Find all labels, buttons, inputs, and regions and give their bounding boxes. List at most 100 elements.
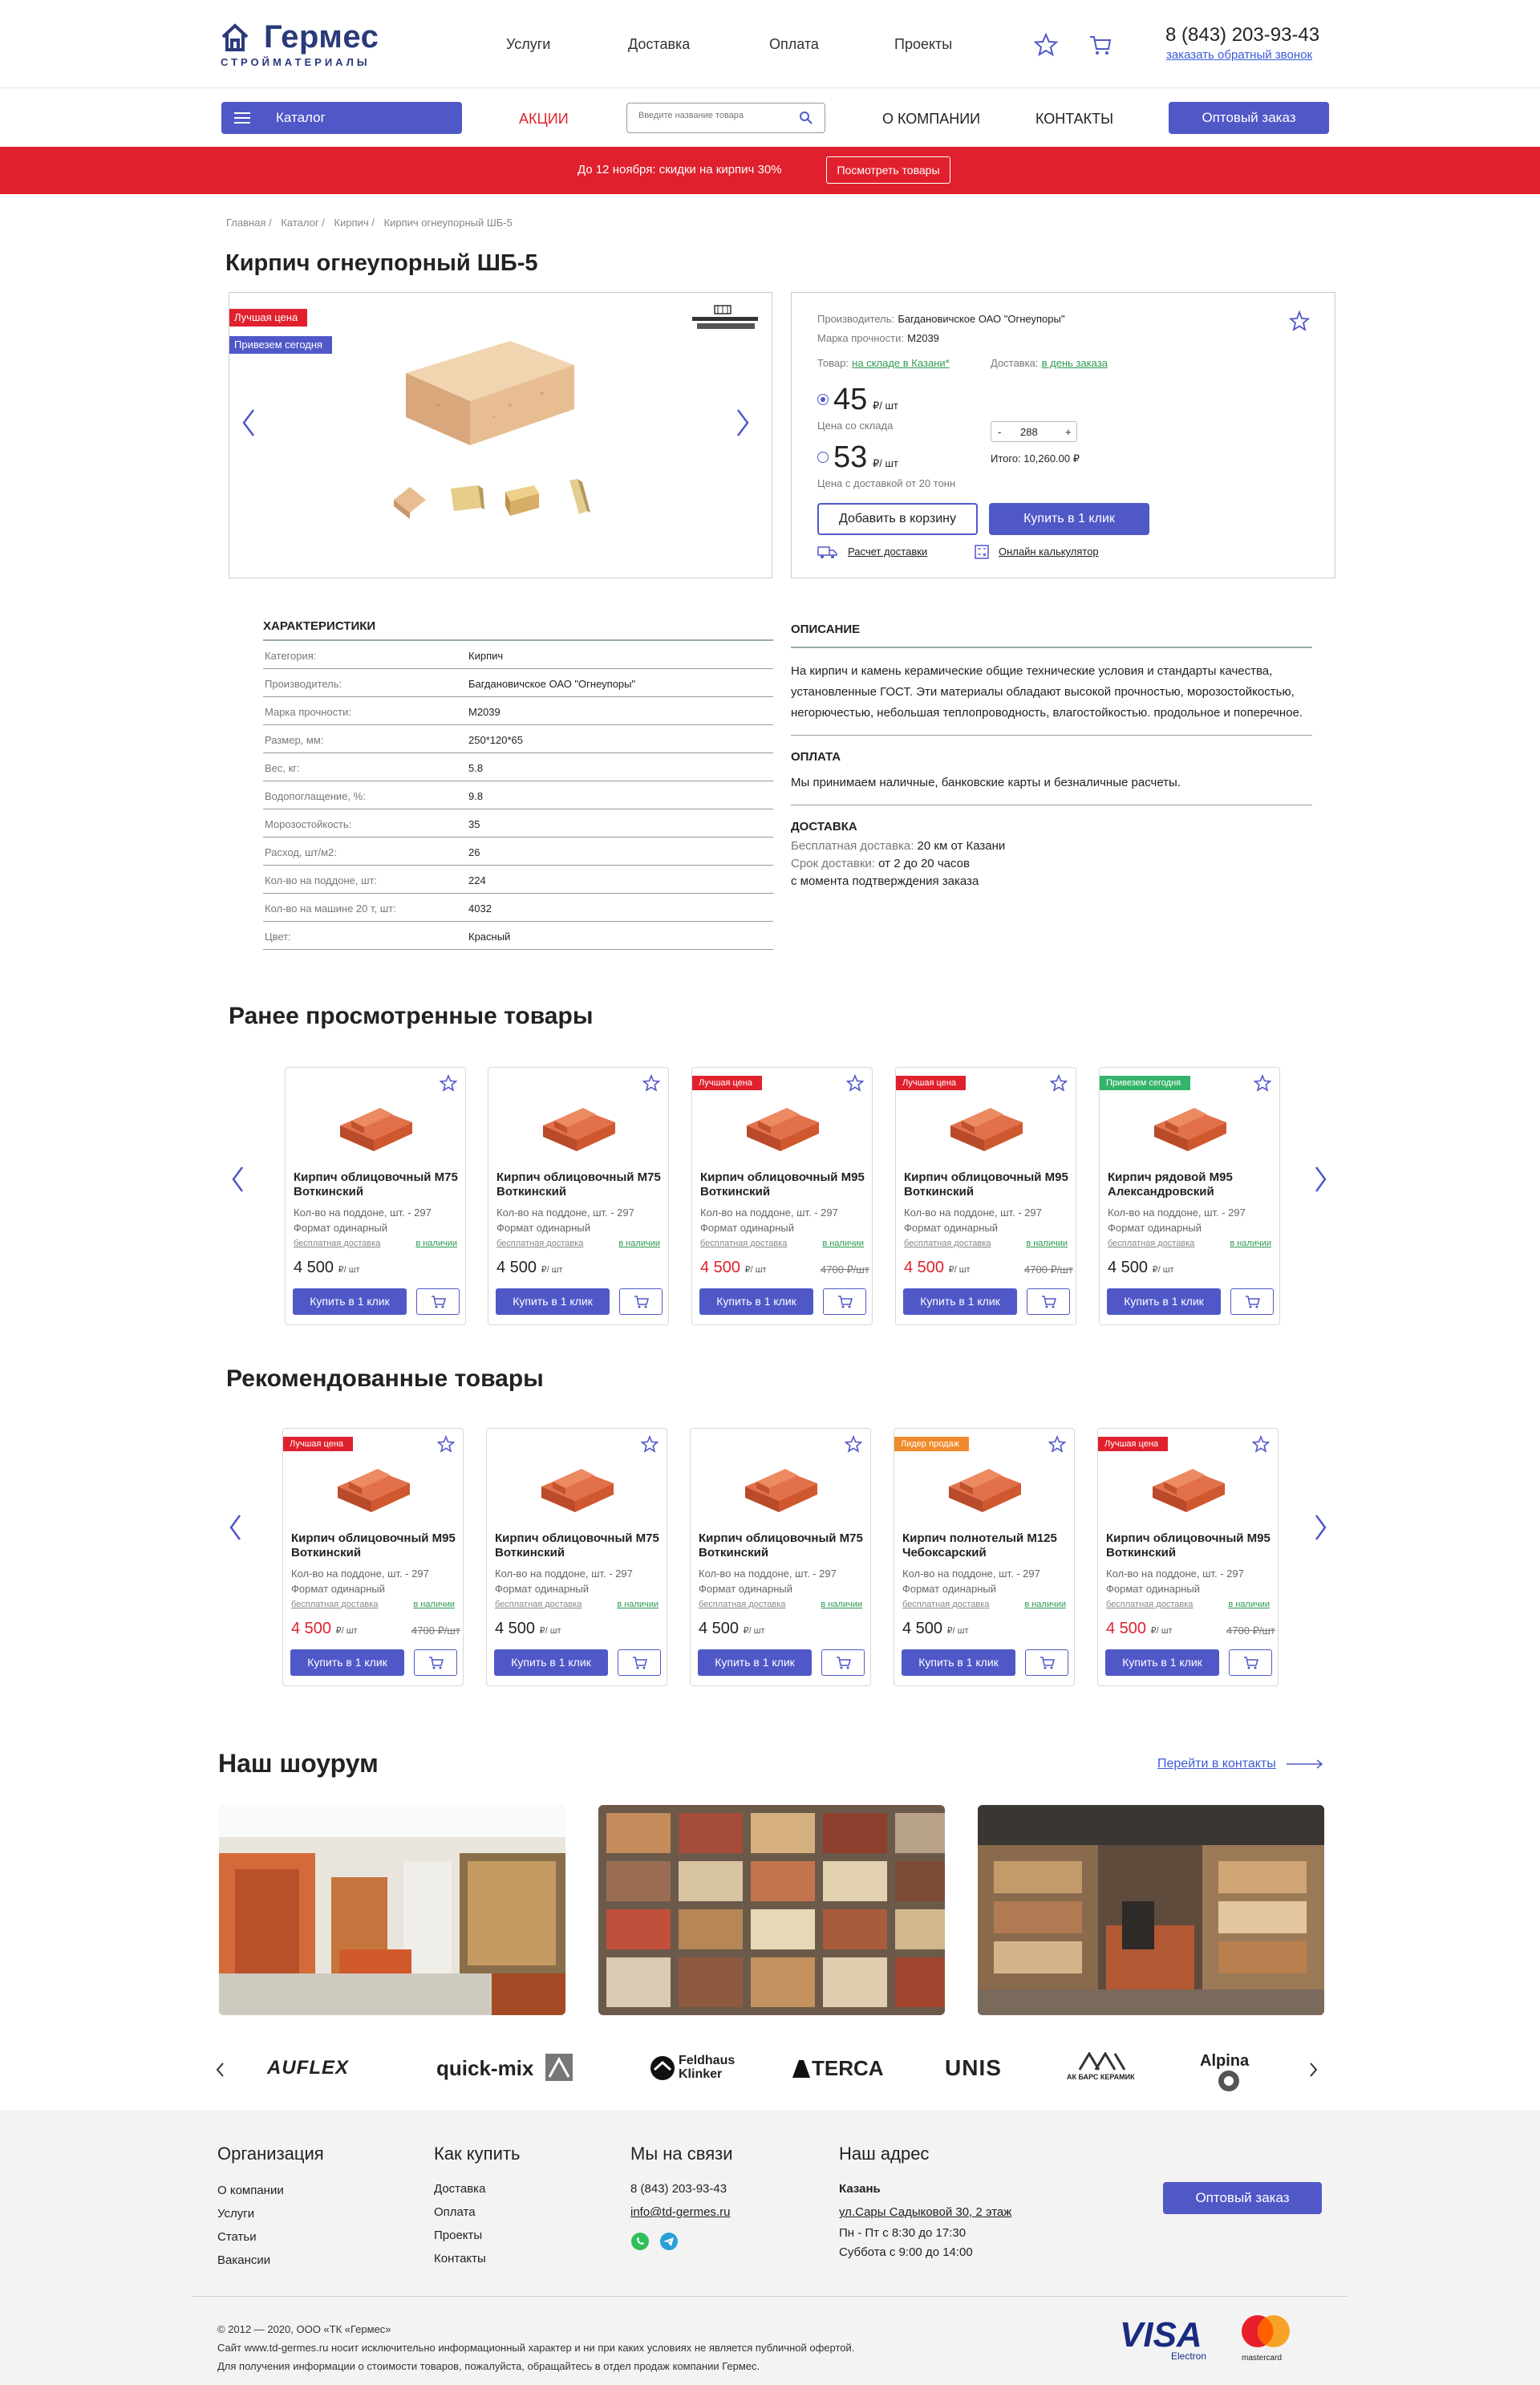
card-favorite-star-icon[interactable] <box>1254 1074 1271 1092</box>
card-free-delivery[interactable]: бесплатная доставка <box>1106 1600 1193 1609</box>
card-add-to-cart-button[interactable] <box>414 1649 457 1676</box>
promo-button[interactable]: Посмотреть товары <box>826 156 950 184</box>
card-favorite-star-icon[interactable] <box>642 1074 660 1092</box>
card-favorite-star-icon[interactable] <box>440 1074 457 1092</box>
card-free-delivery[interactable]: бесплатная доставка <box>904 1239 991 1248</box>
card-buy-one-click-button[interactable]: Купить в 1 клик <box>293 1288 407 1315</box>
brand-logo-auflex[interactable]: AUFLEX <box>267 2052 375 2084</box>
card-add-to-cart-button[interactable] <box>1027 1288 1070 1315</box>
product-thumbnail[interactable] <box>502 476 542 521</box>
card-title[interactable]: Кирпич облицовочный М75 Воткинский <box>495 1531 663 1560</box>
nav-akcii[interactable]: АКЦИИ <box>519 111 569 128</box>
footer-link-about[interactable]: О компании <box>217 2179 284 2202</box>
delivery-link[interactable]: в день заказа <box>1042 357 1108 369</box>
card-favorite-star-icon[interactable] <box>846 1074 864 1092</box>
footer-link-vacancies[interactable]: Вакансии <box>217 2249 284 2272</box>
card-favorite-star-icon[interactable] <box>437 1435 455 1453</box>
card-buy-one-click-button[interactable]: Купить в 1 клик <box>699 1288 813 1315</box>
wholesale-button[interactable]: Оптовый заказ <box>1169 102 1329 134</box>
footer-link-payment[interactable]: Оплата <box>434 2200 486 2224</box>
card-add-to-cart-button[interactable] <box>823 1288 866 1315</box>
qty-minus-button[interactable]: - <box>998 426 1001 438</box>
card-add-to-cart-button[interactable] <box>1229 1649 1272 1676</box>
card-in-stock[interactable]: в наличии <box>413 1600 455 1609</box>
nav-services[interactable]: Услуги <box>506 36 550 53</box>
footer-link-articles[interactable]: Статьи <box>217 2225 284 2249</box>
footer-wholesale-button[interactable]: Оптовый заказ <box>1163 2182 1322 2214</box>
card-free-delivery[interactable]: бесплатная доставка <box>699 1600 785 1609</box>
online-calculator-link[interactable]: Онлайн калькулятор <box>999 546 1099 558</box>
card-title[interactable]: Кирпич полнотелый М125 Чебоксарский <box>902 1531 1071 1560</box>
card-title[interactable]: Кирпич облицовочный М75 Воткинский <box>294 1170 462 1199</box>
catalog-button[interactable]: Каталог <box>221 102 462 134</box>
price-option-delivery[interactable] <box>817 452 829 463</box>
card-buy-one-click-button[interactable]: Купить в 1 клик <box>1107 1288 1221 1315</box>
search-icon[interactable] <box>799 111 813 125</box>
card-add-to-cart-button[interactable] <box>1230 1288 1274 1315</box>
contacts-link[interactable]: Перейти в контакты <box>1157 1757 1276 1771</box>
card-buy-one-click-button[interactable]: Купить в 1 клик <box>1105 1649 1219 1676</box>
favorite-star-icon[interactable] <box>1289 310 1310 331</box>
card-free-delivery[interactable]: бесплатная доставка <box>1108 1239 1194 1248</box>
brand-logo-alpina[interactable]: Alpina <box>1197 2052 1261 2091</box>
card-title[interactable]: Кирпич облицовочный М95 Воткинский <box>700 1170 869 1199</box>
card-in-stock[interactable]: в наличии <box>1024 1600 1066 1609</box>
arrow-right-icon[interactable] <box>1287 1758 1325 1770</box>
product-card[interactable]: Лучшая цена Кирпич облицовочный М95 Вотки… <box>691 1067 873 1325</box>
footer-phone[interactable]: 8 (843) 203-93-43 <box>630 2177 730 2200</box>
callback-link[interactable]: заказать обратный звонок <box>1166 48 1312 62</box>
product-card[interactable]: Кирпич облицовочный М75 Воткинский Кол-во… <box>486 1428 667 1686</box>
card-buy-one-click-button[interactable]: Купить в 1 клик <box>496 1288 610 1315</box>
card-buy-one-click-button[interactable]: Купить в 1 клик <box>903 1288 1017 1315</box>
product-card[interactable]: Лучшая цена Кирпич облицовочный М95 Вотки… <box>1097 1428 1279 1686</box>
card-favorite-star-icon[interactable] <box>1252 1435 1270 1453</box>
product-thumbnail[interactable] <box>558 476 598 521</box>
card-favorite-star-icon[interactable] <box>1048 1435 1066 1453</box>
card-add-to-cart-button[interactable] <box>416 1288 460 1315</box>
card-title[interactable]: Кирпич облицовочный М95 Воткинский <box>904 1170 1072 1199</box>
card-favorite-star-icon[interactable] <box>845 1435 862 1453</box>
product-card[interactable]: Кирпич облицовочный М75 Воткинский Кол-во… <box>285 1067 466 1325</box>
card-free-delivery[interactable]: бесплатная доставка <box>495 1600 582 1609</box>
qty-plus-button[interactable]: + <box>1065 426 1072 438</box>
card-in-stock[interactable]: в наличии <box>822 1239 864 1248</box>
footer-street[interactable]: ул.Сары Садыковой 30, 2 этаж <box>839 2200 1011 2224</box>
logo[interactable]: Гермес СТРОЙМАТЕРИАЛЫ <box>221 18 389 71</box>
card-free-delivery[interactable]: бесплатная доставка <box>902 1600 989 1609</box>
product-thumbnail[interactable] <box>390 476 430 521</box>
telegram-icon[interactable] <box>659 2232 679 2251</box>
brand-logo-unis[interactable]: UNIS <box>945 2052 1009 2084</box>
footer-link-services[interactable]: Услуги <box>217 2202 284 2225</box>
showroom-photo[interactable] <box>219 1805 565 2015</box>
footer-link-projects[interactable]: Проекты <box>434 2224 486 2247</box>
nav-projects[interactable]: Проекты <box>894 36 952 53</box>
card-favorite-star-icon[interactable] <box>641 1435 659 1453</box>
recommended-prev-arrow-icon[interactable] <box>228 1513 244 1542</box>
card-in-stock[interactable]: в наличии <box>1026 1239 1068 1248</box>
product-thumbnail[interactable] <box>446 476 486 521</box>
gallery-next-arrow-icon[interactable] <box>733 405 752 440</box>
card-in-stock[interactable]: в наличии <box>415 1239 457 1248</box>
card-in-stock[interactable]: в наличии <box>1230 1239 1271 1248</box>
card-buy-one-click-button[interactable]: Купить в 1 клик <box>902 1649 1015 1676</box>
card-in-stock[interactable]: в наличии <box>618 1239 660 1248</box>
footer-link-contacts[interactable]: Контакты <box>434 2247 486 2270</box>
search-input[interactable] <box>638 111 791 120</box>
brand-logo-quickmix[interactable]: quick-mix <box>436 2052 573 2084</box>
product-card[interactable]: Кирпич облицовочный М75 Воткинский Кол-во… <box>488 1067 669 1325</box>
product-card[interactable]: Привезем сегодня Кирпич рядовой М95 Алекс… <box>1099 1067 1280 1325</box>
card-add-to-cart-button[interactable] <box>1025 1649 1068 1676</box>
header-phone[interactable]: 8 (843) 203-93-43 <box>1165 24 1319 47</box>
card-free-delivery[interactable]: бесплатная доставка <box>291 1600 378 1609</box>
card-add-to-cart-button[interactable] <box>618 1649 661 1676</box>
card-in-stock[interactable]: в наличии <box>617 1600 659 1609</box>
footer-email[interactable]: info@td-germes.ru <box>630 2200 730 2224</box>
footer-link-delivery[interactable]: Доставка <box>434 2177 486 2200</box>
card-buy-one-click-button[interactable]: Купить в 1 клик <box>290 1649 404 1676</box>
card-in-stock[interactable]: в наличии <box>1228 1600 1270 1609</box>
card-title[interactable]: Кирпич облицовочный М75 Воткинский <box>699 1531 867 1560</box>
product-card[interactable]: Лидер продаж Кирпич полнотелый М125 Чебок… <box>894 1428 1075 1686</box>
card-favorite-star-icon[interactable] <box>1050 1074 1068 1092</box>
qty-value[interactable]: 288 <box>1020 426 1038 438</box>
buy-one-click-button[interactable]: Купить в 1 клик <box>989 503 1149 535</box>
